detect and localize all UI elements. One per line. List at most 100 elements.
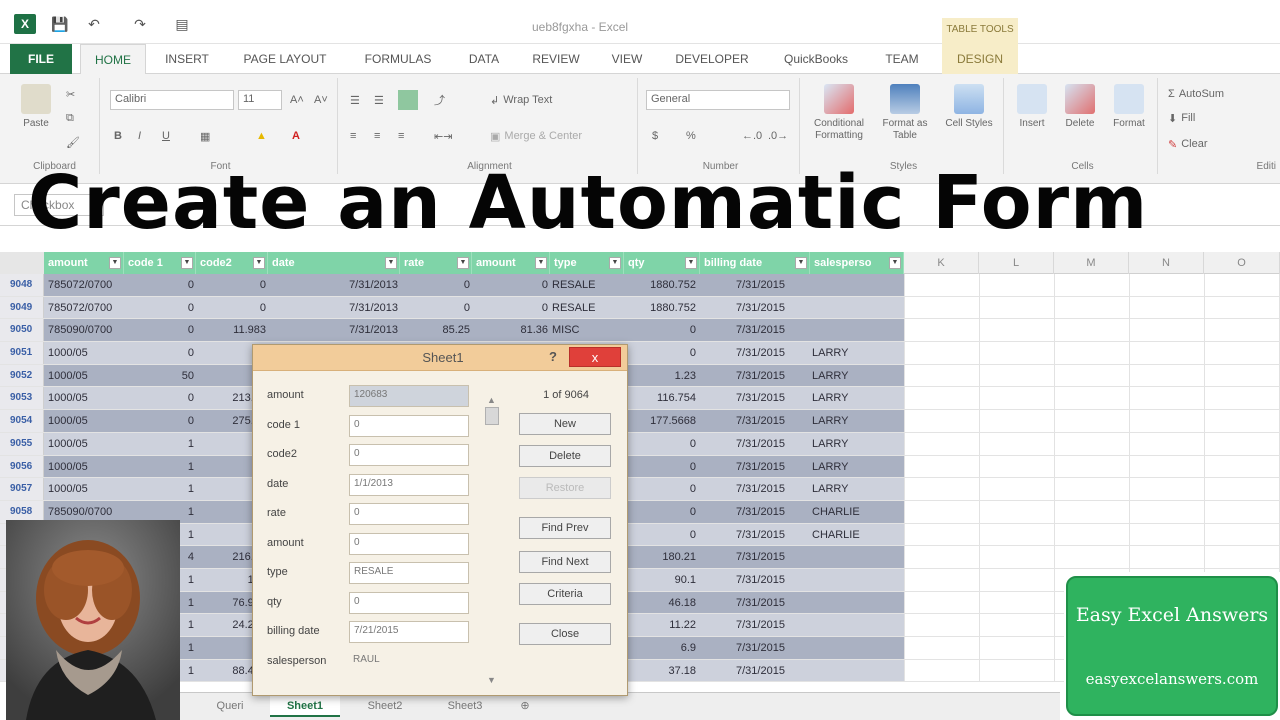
table-cell[interactable]: 7/31/2015 xyxy=(736,501,816,523)
table-header-amount2[interactable]: amount ▼ xyxy=(472,252,550,274)
table-cell[interactable]: 785072/0700 xyxy=(48,274,124,296)
table-cell[interactable]: 37.18 xyxy=(624,660,696,682)
empty-cells[interactable] xyxy=(904,364,1280,387)
font-color-icon[interactable]: A xyxy=(292,126,300,146)
table-header-rate[interactable]: rate ▼ xyxy=(400,252,472,274)
table-row[interactable]: 9058 785090/0700 1 0 7/31/2015 CHARLIE xyxy=(0,500,1280,524)
filter-dropdown-icon[interactable]: ▼ xyxy=(685,257,697,269)
table-cell[interactable]: 0 xyxy=(400,274,470,296)
redo-icon[interactable]: ↷ xyxy=(130,14,150,34)
table-cell[interactable]: 0 xyxy=(472,297,548,319)
scroll-up-icon[interactable]: ▲ xyxy=(487,395,496,405)
paste-button[interactable]: Paste xyxy=(14,84,58,130)
table-cell[interactable]: 1000/05 xyxy=(48,433,124,455)
table-cell[interactable]: 0 xyxy=(624,478,696,500)
criteria-button[interactable]: Criteria xyxy=(519,583,611,605)
table-cell[interactable]: 0 xyxy=(624,501,696,523)
clear-button[interactable]: ✎ Clear xyxy=(1168,134,1208,154)
table-cell[interactable]: RESALE xyxy=(552,274,624,296)
table-cell[interactable]: 0 xyxy=(124,410,194,432)
tab-page-layout[interactable]: PAGE LAYOUT xyxy=(230,44,340,74)
table-cell[interactable]: 7/31/2013 xyxy=(268,274,398,296)
table-cell[interactable]: 7/31/2015 xyxy=(736,297,816,319)
table-cell[interactable]: 7/31/2015 xyxy=(736,660,816,682)
row-number[interactable]: 9052 xyxy=(0,364,44,387)
fill-button[interactable]: ⬇ Fill xyxy=(1168,108,1195,128)
filter-dropdown-icon[interactable]: ▼ xyxy=(457,257,469,269)
cut-icon[interactable]: ✂ xyxy=(66,84,75,104)
table-cell[interactable]: 1000/05 xyxy=(48,456,124,478)
filter-dropdown-icon[interactable]: ▼ xyxy=(535,257,547,269)
form-field-input[interactable]: RESALE xyxy=(349,562,469,584)
table-cell[interactable]: 0 xyxy=(624,342,696,364)
form-field-input[interactable]: 0 xyxy=(349,503,469,525)
table-cell[interactable]: 11.22 xyxy=(624,614,696,636)
restore-button[interactable]: Restore xyxy=(519,477,611,499)
row-number[interactable]: 9055 xyxy=(0,432,44,455)
record-scrollbar[interactable]: ▲ ▼ xyxy=(485,395,499,685)
row-number[interactable]: 9051 xyxy=(0,342,44,364)
currency-button[interactable]: $ xyxy=(652,126,658,146)
tab-file[interactable]: FILE xyxy=(10,44,72,74)
form-field-input[interactable]: 0 xyxy=(349,591,469,614)
table-cell[interactable]: 81.36 xyxy=(472,319,548,341)
row-number[interactable]: 9056 xyxy=(0,455,44,478)
tab-view[interactable]: VIEW xyxy=(598,44,656,74)
align-center-icon[interactable]: ≡ xyxy=(374,126,380,146)
row-number[interactable]: 9048 xyxy=(0,274,44,296)
help-icon[interactable]: ? xyxy=(549,349,557,364)
new-button[interactable]: New xyxy=(519,413,611,435)
filter-dropdown-icon[interactable]: ▼ xyxy=(385,257,397,269)
table-cell[interactable]: 785090/0700 xyxy=(48,319,124,341)
table-cell[interactable]: 7/31/2015 xyxy=(736,478,816,500)
table-row[interactable]: 90551000/0511.07/31/2015LARRY xyxy=(0,432,1280,456)
table-cell[interactable]: 85.25 xyxy=(400,319,470,341)
undo-icon[interactable]: ↶ xyxy=(84,14,104,34)
copy-icon[interactable]: ⧉ xyxy=(66,108,74,128)
table-cell[interactable]: 1000/05 xyxy=(48,387,124,409)
table-header-salesperson[interactable]: salesperso ▼ xyxy=(810,252,904,274)
font-size-select[interactable]: 11 xyxy=(238,90,282,110)
fill-color-icon[interactable]: ▲ xyxy=(256,126,267,146)
format-cells-button[interactable]: Format xyxy=(1104,84,1154,130)
number-format-select[interactable]: General xyxy=(646,90,790,110)
column-letter-m[interactable]: M xyxy=(1054,252,1129,274)
align-bottom-icon[interactable] xyxy=(398,90,418,110)
table-header-code1[interactable]: code 1 ▼ xyxy=(124,252,196,274)
filter-dropdown-icon[interactable]: ▼ xyxy=(253,257,265,269)
table-cell[interactable]: 0 xyxy=(400,297,470,319)
table-cell[interactable]: 1000/05 xyxy=(48,410,124,432)
table-cell[interactable]: 11.983 xyxy=(196,319,266,341)
table-cell[interactable]: 6.9 xyxy=(624,637,696,659)
tab-team[interactable]: TEAM xyxy=(870,44,934,74)
column-letter-l[interactable]: L xyxy=(979,252,1054,274)
table-cell[interactable]: 0 xyxy=(124,387,194,409)
close-button[interactable]: Close xyxy=(519,623,611,645)
row-number[interactable]: 9050 xyxy=(0,319,44,342)
table-row[interactable]: 90604216.18180.217/31/2015 xyxy=(0,546,1280,569)
scroll-down-icon[interactable]: ▼ xyxy=(487,675,496,685)
empty-cells[interactable] xyxy=(904,455,1280,478)
sheet-tab-sheet2[interactable]: Sheet2 xyxy=(350,695,420,717)
align-top-icon[interactable]: ☰ xyxy=(350,90,360,110)
table-cell[interactable]: LARRY xyxy=(812,365,902,387)
percent-button[interactable]: % xyxy=(686,126,696,146)
shrink-font-icon[interactable]: A˅ xyxy=(314,90,328,110)
table-cell[interactable]: RESALE xyxy=(552,297,624,319)
form-field-input[interactable]: 120683 xyxy=(349,385,469,407)
empty-cells[interactable] xyxy=(904,319,1280,342)
table-cell[interactable]: 0 xyxy=(624,433,696,455)
table-cell[interactable]: 1000/05 xyxy=(48,365,124,387)
quick-access-customize-icon[interactable]: ▤ xyxy=(172,14,192,34)
format-painter-icon[interactable]: 🖌 xyxy=(66,132,80,152)
borders-icon[interactable]: ▦ xyxy=(200,126,210,146)
save-icon[interactable]: 💾 xyxy=(50,14,70,34)
table-cell[interactable]: 46.18 xyxy=(624,592,696,614)
empty-cells[interactable] xyxy=(904,342,1280,364)
row-number[interactable]: 9049 xyxy=(0,296,44,319)
form-field-input[interactable]: 0 xyxy=(349,532,469,555)
autosum-button[interactable]: Σ AutoSum xyxy=(1168,84,1224,104)
form-field-input[interactable]: 7/21/2015 xyxy=(349,621,469,643)
table-header-amount[interactable]: amount ▼ xyxy=(44,252,124,274)
table-cell[interactable]: 1 xyxy=(124,478,194,500)
